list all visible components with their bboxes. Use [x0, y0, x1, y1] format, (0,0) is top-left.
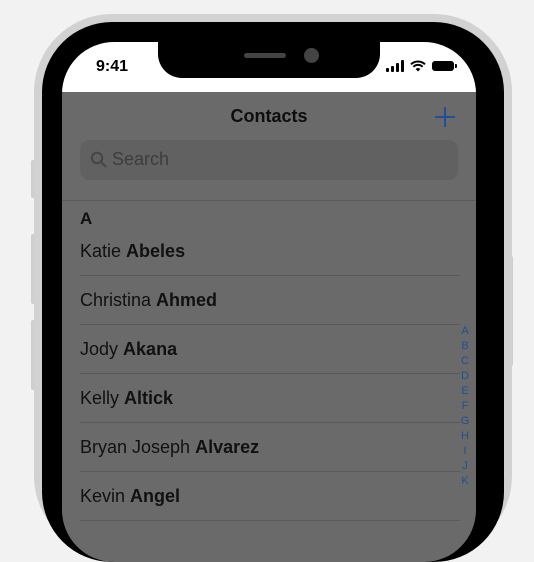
contact-row[interactable]: Kelly Altick — [80, 374, 460, 423]
contact-row[interactable]: Kevin Angel — [80, 472, 460, 521]
index-letter[interactable]: K — [458, 474, 472, 489]
contact-last-name: Abeles — [126, 241, 186, 261]
alphabet-index[interactable]: ABCDEFGHIJK — [458, 324, 472, 489]
signal-icon — [386, 60, 404, 72]
contact-row[interactable]: Bryan Joseph Alvarez — [80, 423, 460, 472]
contact-last-name: Akana — [123, 339, 178, 359]
contact-first-name: Katie — [80, 241, 122, 261]
contact-name: Christina Ahmed — [80, 290, 217, 311]
speaker — [244, 53, 286, 58]
contact-last-name: Angel — [130, 486, 181, 506]
contact-first-name: Kelly — [80, 388, 120, 408]
contact-name: Kelly Altick — [80, 388, 173, 409]
index-letter[interactable]: J — [458, 459, 472, 474]
section-letter: A — [80, 209, 93, 228]
contact-row[interactable]: Katie Abeles — [80, 227, 460, 276]
index-letter[interactable]: C — [458, 354, 472, 369]
contact-last-name: Alvarez — [195, 437, 260, 457]
index-letter[interactable]: B — [458, 339, 472, 354]
index-letter[interactable]: D — [458, 369, 472, 384]
status-icons — [386, 60, 457, 72]
contact-last-name: Altick — [124, 388, 174, 408]
status-bar: 9:41 — [62, 42, 476, 92]
index-letter[interactable]: A — [458, 324, 472, 339]
search-icon — [90, 151, 107, 168]
contact-first-name: Bryan Joseph — [80, 437, 191, 457]
contact-name: Kevin Angel — [80, 486, 180, 507]
contact-first-name: Christina — [80, 290, 152, 310]
status-time: 9:41 — [96, 58, 129, 75]
contact-first-name: Jody — [80, 339, 119, 359]
contact-first-name: Kevin — [80, 486, 126, 506]
plus-icon — [435, 107, 455, 127]
contact-last-name: Ahmed — [156, 290, 218, 310]
add-contact-button[interactable] — [434, 102, 456, 133]
battery-icon — [432, 61, 457, 71]
contact-row[interactable]: Jody Akana — [80, 325, 460, 374]
contact-name: Bryan Joseph Alvarez — [80, 437, 259, 458]
index-letter[interactable]: I — [458, 444, 472, 459]
search-field[interactable]: Search — [80, 140, 458, 180]
contact-row[interactable]: Christina Ahmed — [80, 276, 460, 325]
index-letter[interactable]: E — [458, 384, 472, 399]
page-title: Contacts — [230, 106, 308, 126]
index-letter[interactable]: F — [458, 399, 472, 414]
search-input[interactable]: Search — [112, 149, 169, 170]
notch — [158, 42, 380, 78]
phone-screen: 9:41 Contacts Search A Katie Abeles Chri… — [62, 42, 476, 562]
navigation-bar: Contacts — [62, 92, 476, 140]
wifi-icon — [410, 60, 426, 72]
front-camera — [304, 48, 319, 63]
index-letter[interactable]: G — [458, 414, 472, 429]
index-letter[interactable]: H — [458, 429, 472, 444]
contact-name: Jody Akana — [80, 339, 177, 360]
contact-name: Katie Abeles — [80, 241, 185, 262]
